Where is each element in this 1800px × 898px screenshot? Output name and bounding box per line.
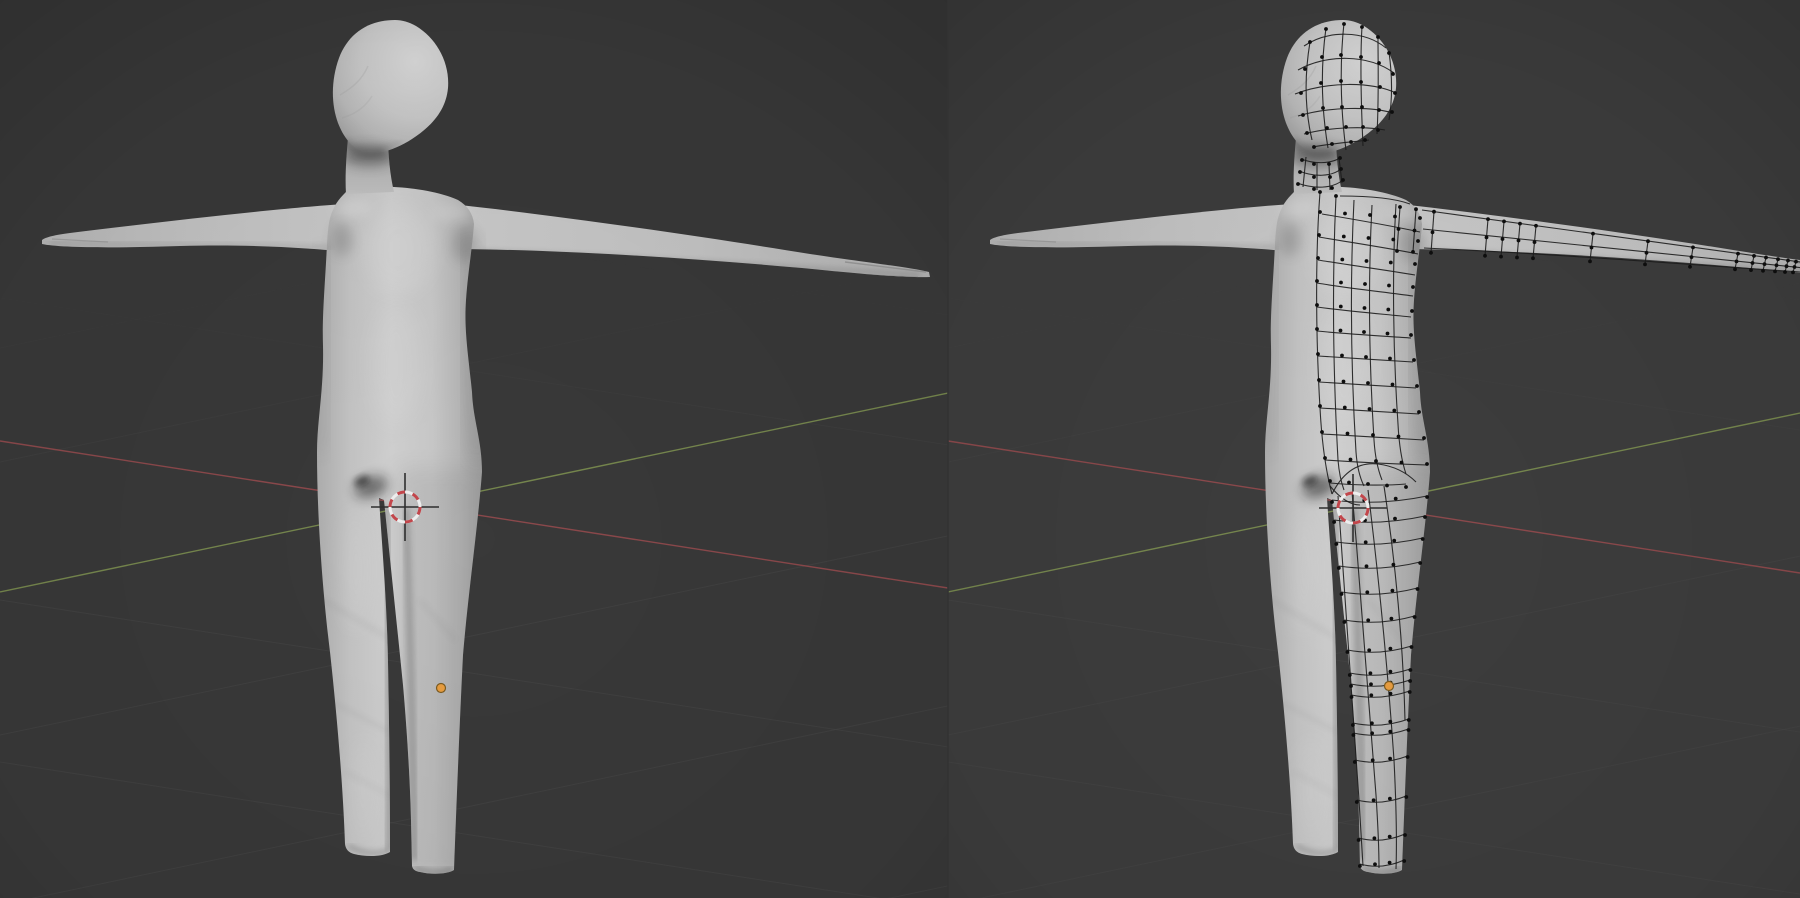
3d-viewport-canvas[interactable] bbox=[0, 0, 1800, 898]
object-origin-dot bbox=[1385, 682, 1394, 691]
viewport-vignette bbox=[0, 0, 948, 898]
viewport-stage bbox=[0, 0, 1800, 898]
viewport-right-edit[interactable] bbox=[948, 0, 1800, 898]
viewport-left-solid[interactable] bbox=[0, 0, 948, 898]
viewport-vignette bbox=[948, 0, 1800, 898]
object-origin-dot bbox=[437, 684, 446, 693]
viewport-seam-divider bbox=[947, 0, 949, 898]
